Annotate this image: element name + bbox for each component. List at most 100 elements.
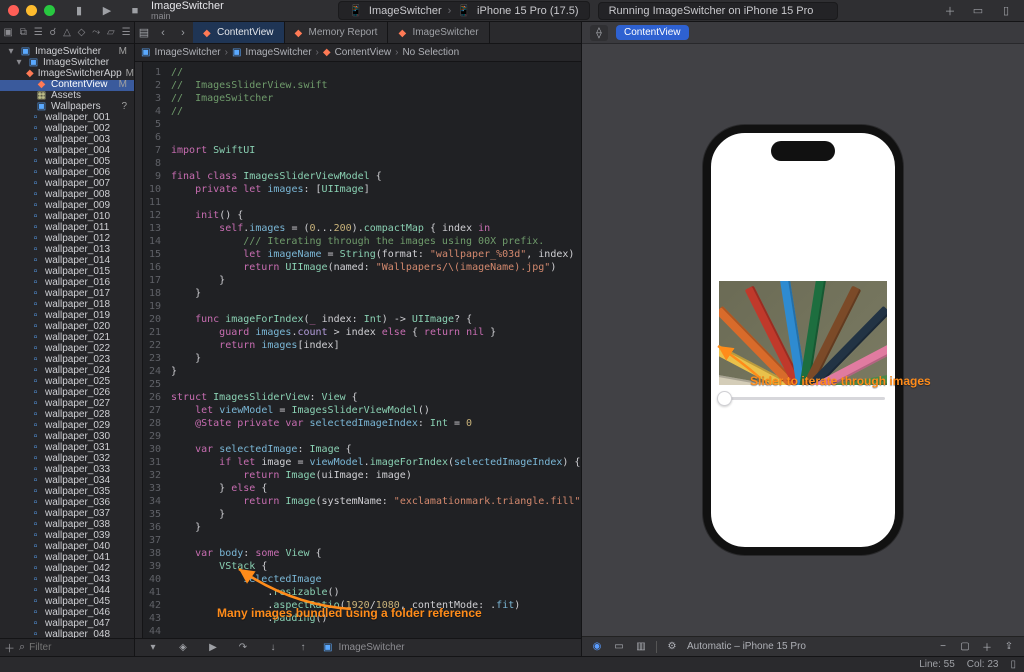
- image-file-icon: ▫: [30, 619, 41, 630]
- image-file-icon: ▫: [30, 146, 41, 157]
- scheme-selector[interactable]: ImageSwitcher main: [151, 1, 224, 21]
- preview-canvas: ⟠ ContentView Slider to iterate through …: [582, 22, 1024, 656]
- device-label[interactable]: Automatic – iPhone 15 Pro: [687, 641, 806, 652]
- tree-item-label: wallpaper_046: [45, 608, 110, 619]
- image-file-icon: ▫: [30, 113, 41, 124]
- image-file-icon: ▫: [30, 157, 41, 168]
- search-icon[interactable]: ☌: [50, 27, 57, 38]
- tree-item-label: wallpaper_040: [45, 542, 110, 553]
- image-file-icon: ▫: [30, 311, 41, 322]
- image-file-icon: ▫: [30, 586, 41, 597]
- zoom-fit-icon[interactable]: ▢: [958, 641, 972, 652]
- swift-icon: ◆: [203, 28, 212, 37]
- step-out-icon[interactable]: ↑: [293, 640, 313, 656]
- run-destination[interactable]: 📱 ImageSwitcher › 📱 iPhone 15 Pro (17.5): [338, 1, 589, 20]
- image-file-icon: ▫: [30, 553, 41, 564]
- issue-icon[interactable]: △: [63, 27, 71, 38]
- minimize-icon[interactable]: [26, 5, 37, 16]
- tree-item-label: Wallpapers: [51, 102, 101, 113]
- image-file-icon: ▫: [30, 399, 41, 410]
- forward-icon[interactable]: ›: [173, 25, 193, 41]
- export-icon[interactable]: ⇪: [1002, 641, 1016, 652]
- titlebar: ▮ ▶ ■ ImageSwitcher main 📱 ImageSwitcher…: [0, 0, 1024, 22]
- image-file-icon: ▫: [30, 410, 41, 421]
- continue-icon[interactable]: ▶: [203, 640, 223, 656]
- tab-imageswitcher[interactable]: ◆ImageSwitcher: [388, 22, 489, 43]
- scm-icon[interactable]: ⧉: [20, 27, 27, 38]
- plus-icon[interactable]: ＋: [4, 640, 15, 656]
- image-file-icon: ▫: [30, 223, 41, 234]
- breakpoint-icon[interactable]: ▱: [107, 27, 115, 38]
- tree-item-label: wallpaper_019: [45, 311, 110, 322]
- live-icon[interactable]: ◉: [590, 641, 604, 652]
- preview-label[interactable]: ContentView: [616, 25, 689, 40]
- close-icon[interactable]: [8, 5, 19, 16]
- tree-item-label: wallpaper_009: [45, 201, 110, 212]
- related-items-icon[interactable]: ▤: [135, 25, 153, 41]
- plus-icon[interactable]: ＋: [940, 3, 960, 19]
- disclosure-icon[interactable]: ▾: [6, 47, 16, 58]
- zoom-in-icon[interactable]: ＋: [980, 639, 994, 654]
- variants-icon[interactable]: ▥: [634, 641, 648, 652]
- library-icon[interactable]: ▭: [968, 3, 988, 19]
- step-in-icon[interactable]: ↓: [263, 640, 283, 656]
- panel-right-icon[interactable]: ▯: [996, 3, 1016, 19]
- disclosure-icon[interactable]: ▾: [14, 58, 24, 69]
- code-editor[interactable]: 1234567891011121314151617181920212223242…: [135, 62, 581, 638]
- project-tree[interactable]: ▾▣ImageSwitcherM▾▣ImageSwitcher◆ImageSwi…: [0, 44, 134, 638]
- panel-left-icon[interactable]: ▮: [69, 3, 89, 19]
- zoom-out-icon[interactable]: −: [936, 641, 950, 652]
- device-settings-icon[interactable]: ⚙: [665, 641, 679, 652]
- back-icon[interactable]: ‹: [153, 25, 173, 41]
- image-file-icon: ▫: [30, 509, 41, 520]
- tree-item-label: wallpaper_034: [45, 476, 110, 487]
- panel-toggle-icon[interactable]: ▯: [1010, 659, 1016, 670]
- zoom-icon[interactable]: [44, 5, 55, 16]
- image-file-icon: ▫: [30, 476, 41, 487]
- tree-item-label: wallpaper_028: [45, 410, 110, 421]
- image-file-icon: ▫: [30, 300, 41, 311]
- report-icon[interactable]: ☰: [122, 27, 131, 38]
- breakpoints-toggle-icon[interactable]: ◈: [173, 640, 193, 656]
- tree-item-label: wallpaper_008: [45, 190, 110, 201]
- image-file-icon: ▫: [30, 366, 41, 377]
- tree-item-label: Assets: [51, 91, 81, 102]
- debug-bar: ▾ ◈ ▶ ↷ ↓ ↑ ▣ ImageSwitcher: [135, 638, 581, 656]
- jump-bar[interactable]: ▣ ImageSwitcher› ▣ ImageSwitcher› ◆ Cont…: [135, 44, 581, 62]
- tree-item-label: wallpaper_012: [45, 234, 110, 245]
- tree-item-label: wallpaper_017: [45, 289, 110, 300]
- tree-item-label: wallpaper_039: [45, 531, 110, 542]
- run-icon[interactable]: ▶: [97, 3, 117, 19]
- step-over-icon[interactable]: ↷: [233, 640, 253, 656]
- image-file-icon: ▫: [30, 487, 41, 498]
- debug-target[interactable]: ImageSwitcher: [338, 642, 404, 653]
- stop-icon[interactable]: ■: [125, 3, 145, 19]
- canvas[interactable]: Slider to iterate through images: [582, 44, 1024, 636]
- test-icon[interactable]: ◇: [78, 27, 86, 38]
- image-file-icon: ▫: [30, 388, 41, 399]
- tab-memory-report[interactable]: ◆Memory Report: [285, 22, 389, 43]
- filter-icon[interactable]: ⌕: [19, 641, 25, 654]
- tree-item[interactable]: ▫wallpaper_048: [0, 630, 134, 638]
- selectable-icon[interactable]: ▭: [612, 641, 626, 652]
- tree-item-label: ContentView: [51, 80, 108, 91]
- editor-area: ▤ ‹ › ◆ContentView◆Memory Report◆ImageSw…: [135, 22, 582, 656]
- folder-icon[interactable]: ▣: [3, 27, 12, 38]
- slider-track[interactable]: [721, 397, 885, 400]
- tree-item-label: wallpaper_018: [45, 300, 110, 311]
- code-content[interactable]: //// ImagesSliderView.swift// ImageSwitc…: [165, 62, 581, 638]
- tree-item-label: wallpaper_021: [45, 333, 110, 344]
- app-icon: ▣: [141, 47, 150, 58]
- tab-contentview[interactable]: ◆ContentView: [193, 22, 285, 43]
- tree-item-label: wallpaper_027: [45, 399, 110, 410]
- tree-item-label: wallpaper_024: [45, 366, 110, 377]
- pin-icon[interactable]: ⟠: [590, 25, 608, 41]
- bookmark-icon[interactable]: ☰: [34, 27, 43, 38]
- slider-thumb[interactable]: [717, 391, 732, 406]
- image-file-icon: ▫: [30, 322, 41, 333]
- image-file-icon: ▫: [30, 432, 41, 443]
- hide-debug-icon[interactable]: ▾: [143, 640, 163, 656]
- debug-icon[interactable]: ⤳: [92, 27, 100, 38]
- window-controls: [8, 5, 55, 16]
- tree-item-label: wallpaper_004: [45, 146, 110, 157]
